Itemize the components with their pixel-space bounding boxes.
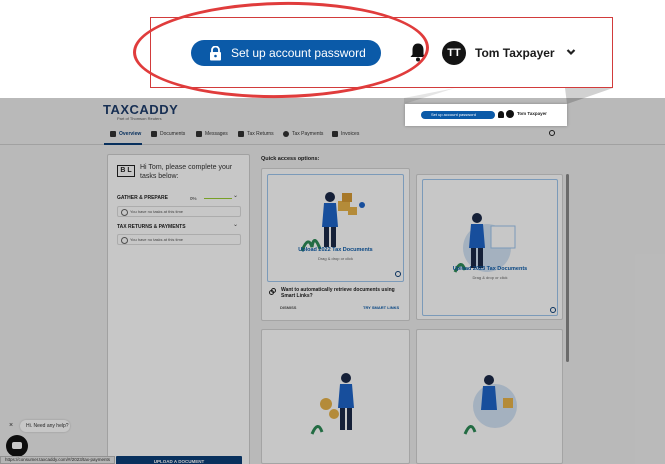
user-name-small[interactable]: Tom Taxpayer	[517, 111, 547, 116]
card-subtitle: Drag & drop or click	[317, 256, 354, 261]
link-icon	[269, 288, 276, 295]
tab-label: Documents	[160, 131, 186, 137]
chevron-down-icon[interactable]: ⌄	[233, 221, 238, 228]
status-bar-url: https://consumer.taxcaddy.com/#/2023/tax…	[0, 456, 115, 464]
tab-label: Invoices	[341, 131, 360, 137]
gather-prepare-title[interactable]: GATHER & PREPARE	[117, 195, 168, 201]
tab-label: Tax Payments	[292, 131, 324, 137]
gather-empty-notice: You have no tasks at this time	[117, 206, 241, 217]
upload-document-button[interactable]: UPLOAD A DOCUMENT	[116, 456, 242, 464]
tab-messages[interactable]: Messages	[196, 131, 228, 137]
tab-tax-payments[interactable]: Tax Payments	[283, 131, 323, 137]
chevron-down-icon[interactable]: ⌄	[233, 192, 238, 199]
upload-2022-card[interactable]: Upload 2022 Tax Documents Drag & drop or…	[267, 174, 404, 282]
chat-icon[interactable]	[6, 435, 28, 457]
tax-returns-payments-title[interactable]: TAX RETURNS & PAYMENTS	[117, 224, 186, 230]
tab-documents[interactable]: Documents	[151, 131, 185, 137]
tab-overview[interactable]: Overview	[110, 131, 141, 137]
quick-access-card-3[interactable]	[261, 329, 410, 464]
avatar[interactable]	[506, 110, 514, 118]
quick-access-card-4[interactable]	[416, 329, 563, 464]
gather-progress-pct: 0%	[190, 196, 197, 201]
firm-badge: B L	[117, 165, 135, 177]
user-name[interactable]: Tom Taxpayer	[475, 46, 555, 60]
greeting-text: Hi Tom, please complete your tasks below…	[140, 164, 233, 180]
bell-icon[interactable]	[498, 111, 504, 118]
tab-label: Tax Returns	[247, 131, 274, 137]
person-with-coins-illustration	[310, 373, 354, 435]
card-title: Upload 2023 Tax Documents	[452, 266, 528, 272]
smart-links-text: Want to automatically retrieve documents…	[281, 287, 395, 299]
invoice-icon	[332, 131, 338, 137]
active-tab-indicator	[104, 143, 142, 145]
person-with-charts-illustration	[463, 375, 517, 435]
returns-empty-notice: You have no tasks at this time	[117, 234, 241, 245]
card-subtitle: Drag & drop or click	[472, 275, 508, 280]
chat-greeting-bubble[interactable]: Hi. Need any help?	[20, 420, 70, 432]
messages-icon	[196, 131, 202, 137]
history-icon[interactable]	[395, 271, 401, 277]
card-title: Upload 2022 Tax Documents	[298, 247, 373, 253]
home-icon	[110, 131, 116, 137]
screenshot-stage: TAXCADDY Part of Thomson Reuters Overvie…	[0, 0, 665, 464]
upload-2023-card[interactable]: Upload 2023 Tax Documents Drag & drop or…	[416, 174, 563, 320]
tab-invoices[interactable]: Invoices	[332, 131, 359, 137]
avatar[interactable]: TT	[442, 41, 466, 65]
tab-label: Overview	[119, 131, 142, 137]
gather-progress-bar	[204, 198, 232, 199]
highlighted-header-region: Set up account password Tom Taxpayer	[405, 104, 567, 126]
quick-access-title: Quick access options:	[261, 156, 320, 162]
close-chat-icon[interactable]: ×	[9, 422, 13, 429]
dismiss-button[interactable]: DISMISS	[280, 305, 296, 310]
tab-tax-returns[interactable]: Tax Returns	[238, 131, 274, 137]
try-smart-links-button[interactable]: TRY SMART LINKS	[363, 305, 399, 310]
set-password-button-small[interactable]: Set up account password	[421, 111, 495, 119]
tab-label: Messages	[205, 131, 228, 137]
documents-icon	[151, 131, 157, 137]
tax-returns-icon	[238, 131, 244, 137]
tasks-panel: B L Hi Tom, please complete your tasks b…	[107, 154, 250, 464]
history-icon[interactable]	[550, 307, 556, 313]
search-icon[interactable]	[549, 130, 555, 136]
content-scrollbar[interactable]	[566, 174, 569, 362]
taxcaddy-app: TAXCADDY Part of Thomson Reuters Overvie…	[0, 98, 665, 464]
chevron-down-icon[interactable]	[566, 48, 576, 56]
dollar-icon	[283, 131, 289, 137]
upload-2023-dropzone[interactable]: Upload 2023 Tax Documents Drag & drop or…	[422, 179, 558, 316]
